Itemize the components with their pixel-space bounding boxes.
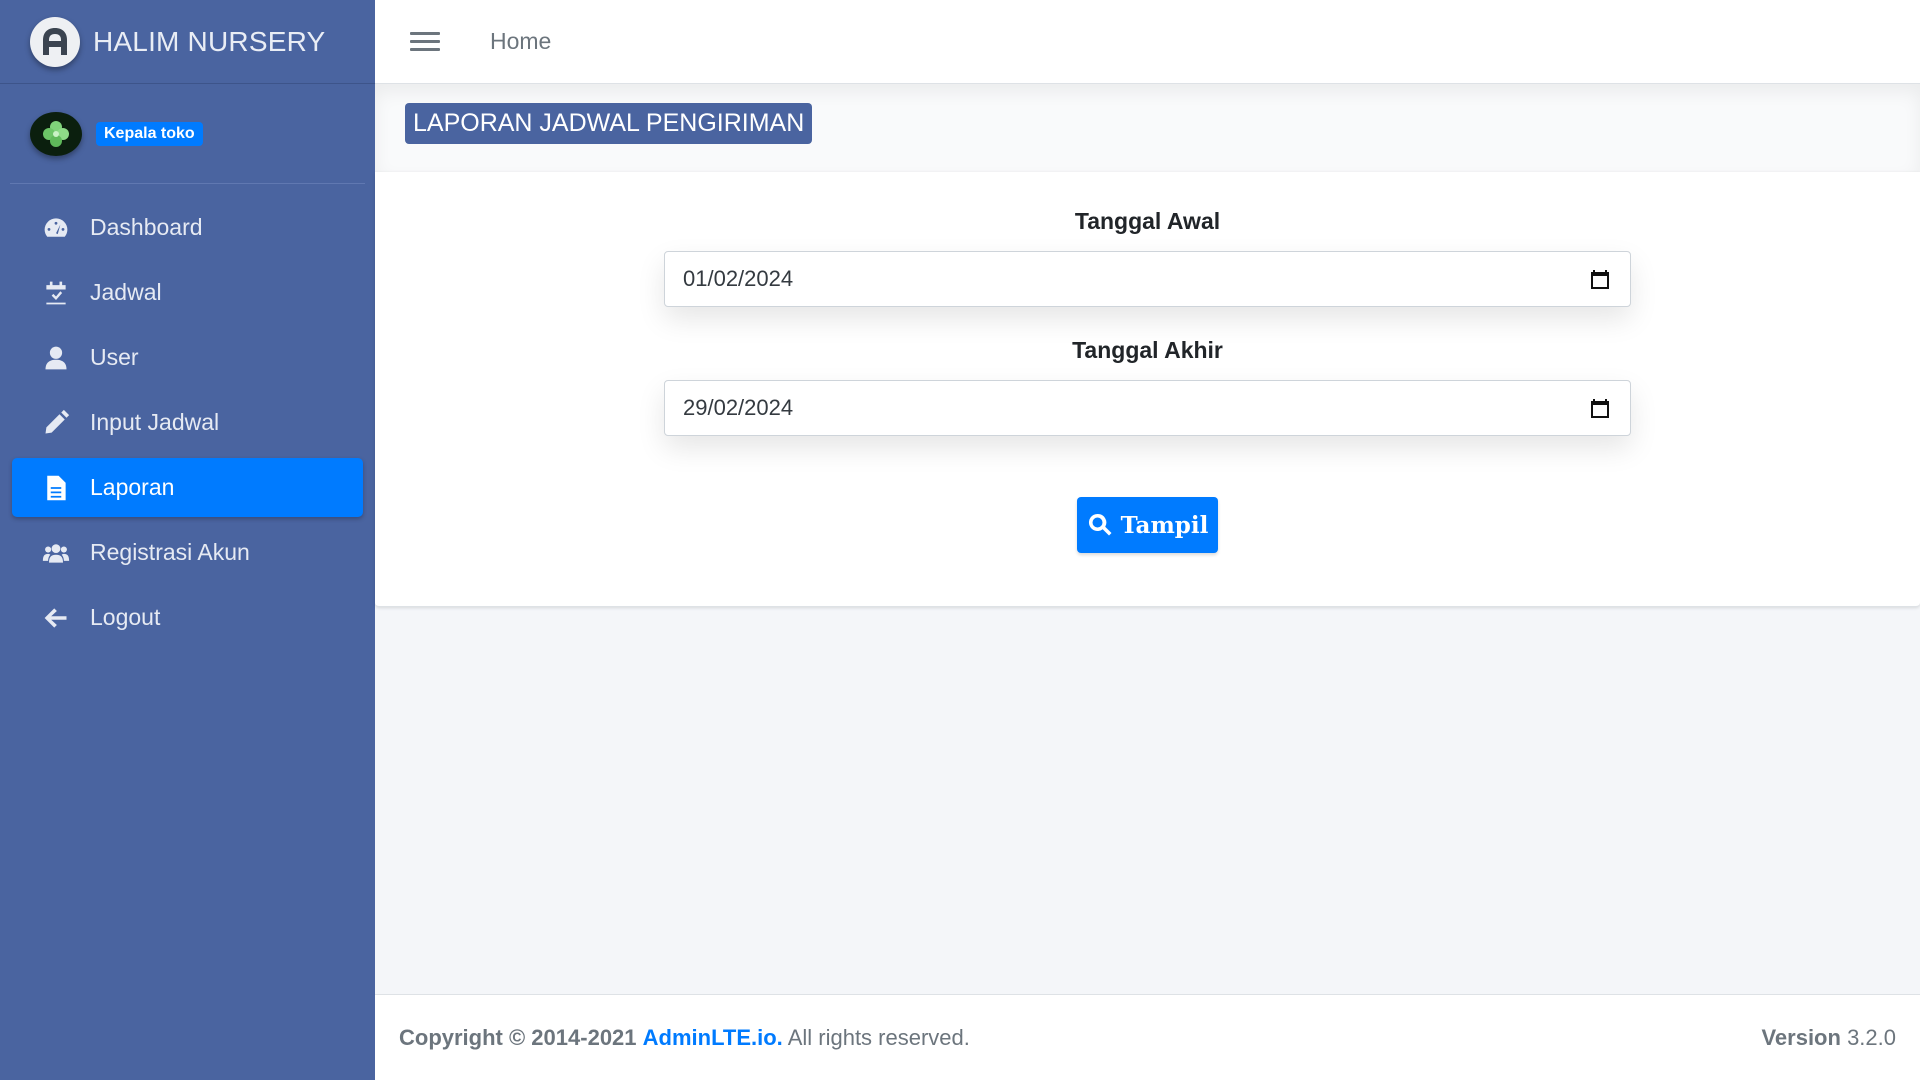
- sidebar-item-label: Input Jadwal: [90, 409, 220, 435]
- brand-name: HALIM NURSERY: [93, 25, 326, 57]
- search-icon: [1088, 513, 1112, 536]
- top-navbar: Home: [375, 0, 1920, 84]
- home-link[interactable]: Home: [490, 28, 551, 55]
- report-filter-card: Tanggal Awal 01/02/2024 Tanggal Akhir 29…: [375, 172, 1920, 607]
- end-date-value: 29/02/2024: [683, 395, 794, 420]
- start-date-label: Tanggal Awal: [1074, 208, 1221, 234]
- tachometer-icon: [40, 212, 72, 244]
- sidebar-item-label: Registrasi Akun: [90, 539, 250, 565]
- hamburger-menu-icon[interactable]: [410, 27, 440, 56]
- file-alt-icon: [40, 472, 72, 504]
- version-label: Version: [1761, 1024, 1841, 1050]
- sidebar-item-registrasi-akun[interactable]: Registrasi Akun: [12, 523, 363, 582]
- sidebar-item-label: Laporan: [90, 474, 175, 500]
- sidebar-item-dashboard[interactable]: Dashboard: [12, 198, 363, 257]
- start-date-group: Tanggal Awal 01/02/2024: [664, 208, 1631, 307]
- sidebar-item-jadwal[interactable]: Jadwal: [12, 263, 363, 322]
- tampil-button[interactable]: Tampil: [1077, 497, 1218, 553]
- version-number: 3.2.0: [1847, 1024, 1896, 1050]
- users-icon: [40, 537, 72, 569]
- brand-link[interactable]: HALIM NURSERY: [0, 0, 375, 84]
- page-title: LAPORAN JADWAL PENGIRIMAN: [405, 103, 813, 144]
- calendar-icon[interactable]: [1588, 267, 1612, 291]
- sidebar-nav: Dashboard Jadwal User Input Jadwal Lapor…: [0, 184, 375, 647]
- sidebar-item-laporan[interactable]: Laporan: [12, 458, 363, 517]
- arrow-left-icon: [40, 602, 72, 634]
- footer: Copyright © 2014-2021 AdminLTE.io. All r…: [375, 994, 1920, 1080]
- copyright-text: Copyright © 2014-2021: [399, 1024, 637, 1050]
- calendar-check-icon: [40, 277, 72, 309]
- rights-text: All rights reserved.: [787, 1024, 970, 1050]
- end-date-label: Tanggal Akhir: [1072, 337, 1223, 363]
- clover-avatar-icon[interactable]: [30, 111, 82, 156]
- start-date-value: 01/02/2024: [683, 266, 794, 291]
- tampil-button-label: Tampil: [1120, 511, 1209, 539]
- end-date-input[interactable]: 29/02/2024: [664, 380, 1631, 436]
- sidebar-item-label: User: [90, 344, 139, 370]
- footer-version: Version 3.2.0: [1761, 1025, 1896, 1051]
- sidebar-item-label: Dashboard: [90, 214, 203, 240]
- pencil-icon: [40, 407, 72, 439]
- sidebar-item-logout[interactable]: Logout: [12, 588, 363, 647]
- sidebar-item-label: Jadwal: [90, 279, 162, 305]
- adminlte-link[interactable]: AdminLTE.io.: [643, 1025, 783, 1050]
- role-badge: Kepala toko: [96, 121, 203, 146]
- sidebar-item-user[interactable]: User: [12, 328, 363, 387]
- end-date-group: Tanggal Akhir 29/02/2024: [664, 337, 1631, 436]
- content-header: LAPORAN JADWAL PENGIRIMAN: [375, 84, 1920, 172]
- footer-copyright: Copyright © 2014-2021 AdminLTE.io. All r…: [399, 1025, 970, 1051]
- user-icon: [40, 342, 72, 374]
- sidebar-item-label: Logout: [90, 604, 161, 630]
- calendar-icon[interactable]: [1588, 396, 1612, 420]
- adminlte-logo-icon: [30, 16, 80, 67]
- start-date-input[interactable]: 01/02/2024: [664, 251, 1631, 307]
- sidebar-item-input-jadwal[interactable]: Input Jadwal: [12, 393, 363, 452]
- user-panel: Kepala toko: [10, 84, 365, 184]
- main-sidebar: HALIM NURSERY Kepala toko Dashboard Jadw: [0, 0, 375, 1080]
